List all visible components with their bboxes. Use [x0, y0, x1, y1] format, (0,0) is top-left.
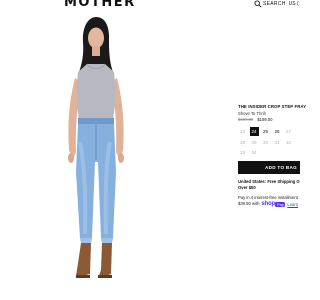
size-row: 28 29 30 31 32: [238, 138, 300, 147]
shop-pay-badge: Pay: [275, 201, 286, 207]
price-block: $220.00 $159.00: [238, 117, 300, 122]
size-row: 23 24 25 26 27: [238, 127, 300, 136]
product-info: THE INSIDER CROP STEP FRAY Shove To Thri…: [238, 104, 307, 122]
search-link[interactable]: SEARCH: [263, 1, 286, 7]
installment-row: $39.50 with shop Pay Learn: [238, 201, 300, 208]
size-option[interactable]: 31: [273, 138, 282, 147]
product-title: THE INSIDER CROP STEP FRAY: [238, 104, 307, 109]
add-to-bag-button[interactable]: ADD TO BAG: [238, 161, 300, 174]
sale-price: $159.00: [257, 117, 273, 122]
size-option[interactable]: 34: [250, 148, 259, 157]
search-icon[interactable]: [254, 0, 262, 13]
shipping-info: United States: Free Shipping O Over $50: [238, 179, 300, 190]
size-option[interactable]: 25: [261, 127, 270, 136]
product-color: Shove To Thrill: [238, 111, 266, 116]
size-option[interactable]: 32: [284, 138, 293, 147]
locale-selector[interactable]: US (: [289, 1, 299, 7]
installment-info: Pay in 4 interest-free installment $39.5…: [238, 195, 300, 208]
size-row: 33 34: [238, 148, 300, 157]
original-price: $220.00: [238, 117, 254, 122]
installment-amount: $39.50 with: [238, 201, 260, 207]
size-option[interactable]: 26: [273, 127, 282, 136]
size-selector: 23 24 25 26 27 28 29 30 31 32 33 34: [238, 127, 300, 159]
installment-text: Pay in 4 interest-free installment: [238, 195, 298, 200]
size-option[interactable]: 28: [238, 138, 247, 147]
product-image: [40, 12, 220, 300]
size-option[interactable]: 23: [238, 127, 247, 136]
shop-pay-logo: shop: [261, 201, 275, 207]
header-utilities: SEARCH US (: [254, 0, 299, 8]
brand-logo[interactable]: MOTHER: [64, 0, 136, 10]
size-option[interactable]: 33: [238, 148, 247, 157]
size-option[interactable]: 29: [250, 138, 259, 147]
shipping-line: Over $50: [238, 184, 256, 190]
learn-more-link[interactable]: Learn: [287, 202, 298, 207]
size-option[interactable]: 27: [284, 127, 293, 136]
size-option[interactable]: 30: [261, 138, 270, 147]
shipping-line: United States: Free Shipping O: [238, 179, 300, 184]
size-option[interactable]: 24: [249, 127, 259, 136]
